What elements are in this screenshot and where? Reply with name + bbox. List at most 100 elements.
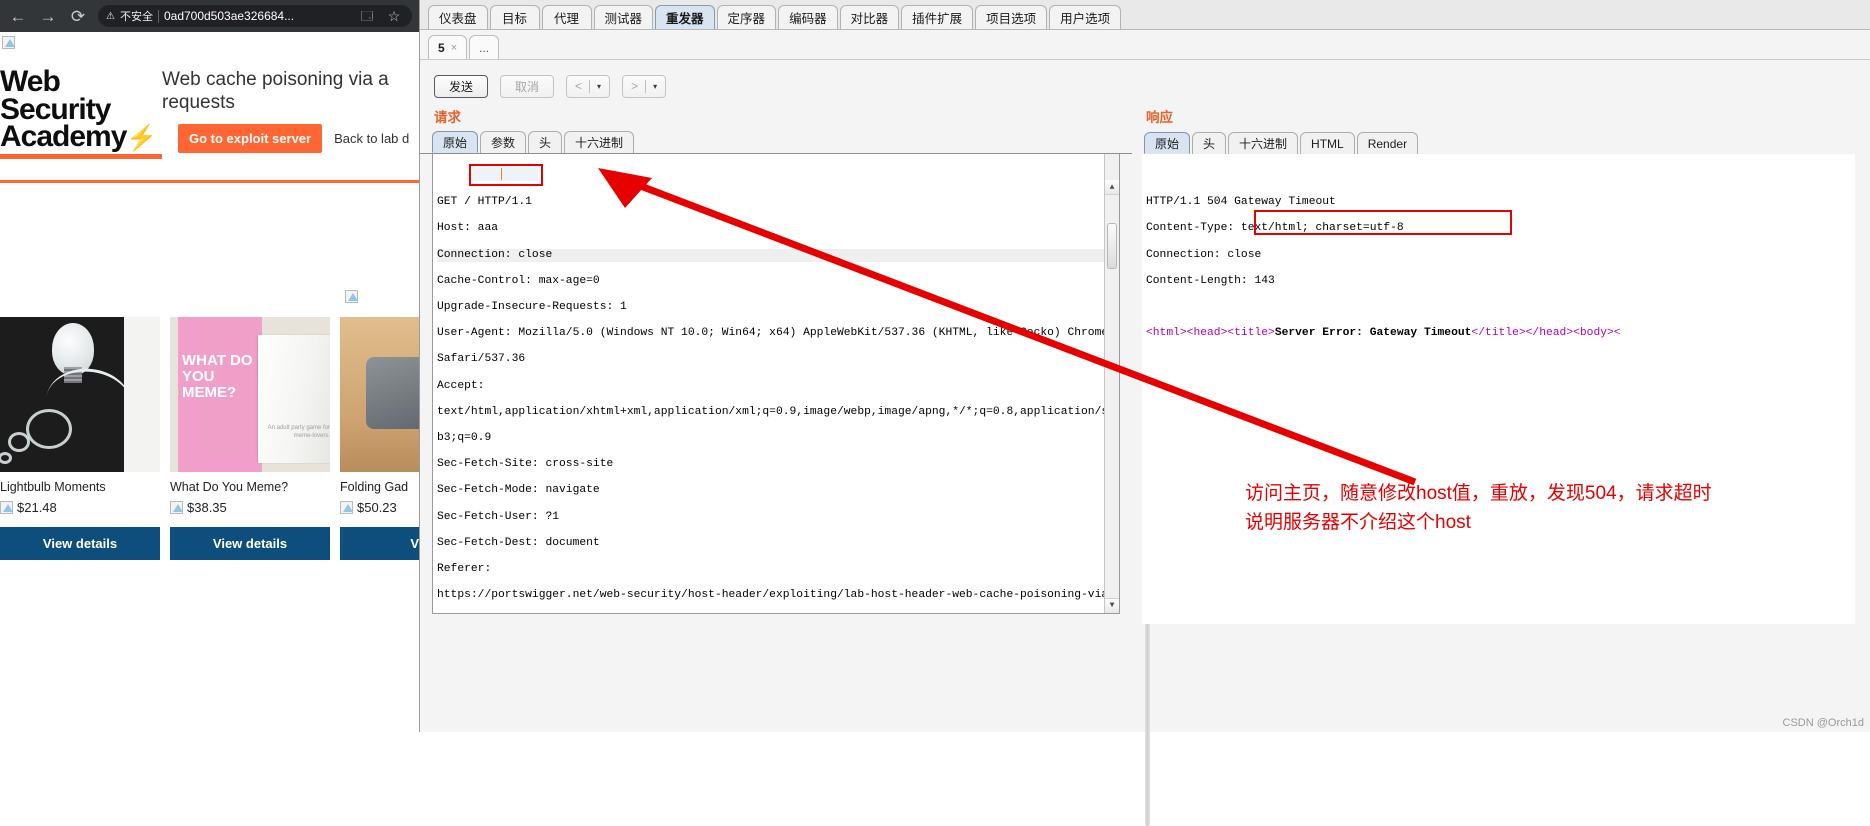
product-card[interactable]: Folding Gad $50.23 Vie [340, 317, 420, 560]
request-line-12: Sec-Fetch-User: ?1 [437, 510, 560, 523]
view-details-button[interactable]: View details [170, 527, 330, 560]
html-tag-prefix: <html><head><title> [1146, 327, 1275, 340]
watermark-credit: CSDN @Orch1d [1782, 717, 1864, 729]
prev-arrow-label: < [575, 79, 583, 93]
request-tab-raw[interactable]: 原始 [432, 131, 479, 153]
main-tab-repeater[interactable]: 重发器 [655, 5, 715, 29]
response-tab-render[interactable]: Render [1356, 132, 1419, 154]
main-tab-proxy[interactable]: 代理 [541, 5, 592, 29]
response-line-2: Connection: close [1146, 248, 1262, 261]
logo-underline [0, 153, 162, 159]
product-name: Folding Gad [340, 480, 409, 494]
request-line-1: Host: aaa [437, 222, 499, 235]
request-line-10: Sec-Fetch-Site: cross-site [437, 458, 614, 471]
close-icon[interactable]: × [451, 42, 457, 54]
repeater-action-bar: 发送 取消 < ▾ > ▾ [420, 60, 1870, 104]
chevron-down-icon: ▾ [653, 81, 658, 91]
view-details-button[interactable]: View details [0, 527, 160, 560]
response-tab-hex[interactable]: 十六进制 [1228, 132, 1299, 154]
repeater-tabbar: 5 × ... [420, 30, 1870, 60]
meme-card-text: WHAT DO YOU MEME? [182, 352, 253, 401]
response-pane: 响应 原始 头 十六进制 HTML Render HTTP/1.1 504 Ga… [1132, 104, 1870, 732]
product-price: $21.48 [0, 500, 160, 515]
not-secure-label: 不安全 [119, 11, 153, 23]
omnibox-divider [157, 9, 159, 23]
response-editor[interactable]: HTTP/1.1 504 Gateway Timeout Content-Typ… [1142, 154, 1855, 624]
burp-main-tabbar: 仪表盘 目标 代理 测试器 重发器 定序器 编码器 对比器 插件扩展 项目选项 … [420, 0, 1870, 30]
browser-chrome-toolbar: ← → ⟳ ⚠ 不安全 0ad700d503ae326684... 🗔 ☆ [0, 0, 420, 32]
main-tab-intruder[interactable]: 测试器 [593, 5, 654, 29]
repeater-tab-more[interactable]: ... [469, 35, 500, 59]
product-photo-lightbulb [0, 317, 160, 472]
request-line-0: GET / HTTP/1.1 [437, 196, 532, 209]
send-button[interactable]: 发送 [434, 74, 489, 98]
repeater-tab-5[interactable]: 5 × [428, 35, 468, 59]
request-scrollbar[interactable]: ▲ ▼ [1104, 154, 1119, 613]
product-name: Lightbulb Moments [0, 480, 106, 494]
request-tab-headers[interactable]: 头 [528, 131, 563, 153]
view-details-button[interactable]: Vie [340, 527, 420, 560]
request-line-14: Referer: [437, 562, 492, 575]
main-tab-project-options[interactable]: 项目选项 [975, 5, 1048, 29]
response-tab-headers[interactable]: 头 [1192, 132, 1227, 154]
main-tab-decoder[interactable]: 编码器 [778, 5, 838, 29]
scrollbar-thumb[interactable] [1107, 223, 1117, 270]
product-price: $38.35 [170, 500, 330, 515]
request-line-15: https://portswigger.net/web-security/hos… [437, 589, 1120, 602]
main-tab-extender[interactable]: 插件扩展 [901, 5, 974, 29]
scroll-down-icon[interactable]: ▼ [1105, 598, 1119, 613]
response-tab-html[interactable]: HTML [1300, 132, 1355, 154]
request-pane-title: 请求 [434, 110, 461, 125]
back-icon[interactable]: ← [8, 6, 28, 26]
request-line-5: User-Agent: Mozilla/5.0 (Windows NT 10.0… [437, 327, 1119, 340]
logo-line-2: Academy⚡ [0, 120, 158, 154]
meme-box-tagline: An adult party game for meme-lovers. [267, 425, 330, 439]
reload-icon[interactable]: ⟳ [68, 6, 88, 26]
go-back-button[interactable]: < ▾ [566, 74, 611, 98]
request-line-7: Accept: [437, 379, 485, 392]
bookmark-star-icon[interactable]: ☆ [384, 6, 404, 26]
not-secure-warning-icon: ⚠ [106, 10, 115, 22]
main-tab-sequencer[interactable]: 定序器 [716, 5, 777, 29]
request-line-13: Sec-Fetch-Dest: document [437, 536, 600, 549]
product-grid: Lightbulb Moments $21.48 View details WH… [0, 317, 420, 560]
back-to-lab-link[interactable]: Back to lab d [334, 131, 409, 146]
product-name: What Do You Meme? [170, 480, 289, 494]
request-tabstrip: 原始 参数 头 十六进制 [420, 130, 1132, 154]
main-tab-user-options[interactable]: 用户选项 [1049, 5, 1122, 29]
broken-image-icon-price [0, 501, 13, 514]
response-tabstrip: 原始 头 十六进制 HTML Render [1132, 130, 1870, 154]
product-card[interactable]: WHAT DO YOU MEME? An adult party game fo… [170, 317, 330, 560]
request-tab-params[interactable]: 参数 [480, 131, 527, 153]
main-tab-dashboard[interactable]: 仪表盘 [428, 5, 488, 29]
forward-icon[interactable]: → [38, 6, 58, 26]
request-line-4: Upgrade-Insecure-Requests: 1 [437, 301, 627, 314]
chevron-down-icon: ▾ [597, 81, 602, 91]
request-response-panes: 请求 原始 参数 头 十六进制 GET / HTTP/1.1 Host: aaa… [420, 104, 1870, 826]
address-bar[interactable]: ⚠ 不安全 0ad700d503ae326684... 🗔 ☆ [98, 5, 412, 27]
broken-image-icon-2 [345, 290, 358, 303]
go-forward-button[interactable]: > ▾ [622, 74, 667, 98]
request-line-11: Sec-Fetch-Mode: navigate [437, 484, 600, 497]
request-tab-hex[interactable]: 十六进制 [564, 131, 635, 153]
main-tab-target[interactable]: 目标 [489, 5, 540, 29]
response-tab-raw[interactable]: 原始 [1144, 132, 1191, 154]
request-editor[interactable]: GET / HTTP/1.1 Host: aaa Connection: clo… [432, 154, 1120, 614]
scroll-up-icon[interactable]: ▲ [1105, 180, 1119, 196]
main-tab-comparer[interactable]: 对比器 [839, 5, 900, 29]
url-text: 0ad700d503ae326684... [163, 9, 295, 23]
go-to-exploit-server-button[interactable]: Go to exploit server [178, 124, 323, 153]
request-pane: 请求 原始 参数 头 十六进制 GET / HTTP/1.1 Host: aaa… [420, 104, 1132, 732]
web-security-academy-logo: Web Security Academy⚡ [0, 62, 162, 159]
request-line-2: Connection: close [437, 248, 1119, 262]
response-error-title: Server Error: Gateway Timeout [1274, 327, 1472, 340]
product-card[interactable]: Lightbulb Moments $21.48 View details [0, 317, 160, 560]
response-pane-title: 响应 [1146, 110, 1173, 125]
lightning-bolt-icon: ⚡ [126, 124, 157, 153]
response-body-line: <html><head><title>Server Error: Gateway… [1146, 327, 1855, 340]
translate-icon[interactable]: 🗔 [357, 6, 377, 26]
burp-suite-window: 仪表盘 目标 代理 测试器 重发器 定序器 编码器 对比器 插件扩展 项目选项 … [419, 0, 1870, 826]
request-line-9: b3;q=0.9 [437, 431, 492, 444]
response-line-3: Content-Length: 143 [1146, 274, 1275, 287]
web-page-content: Web Security Academy⚡ Web cache poisonin… [0, 32, 420, 732]
